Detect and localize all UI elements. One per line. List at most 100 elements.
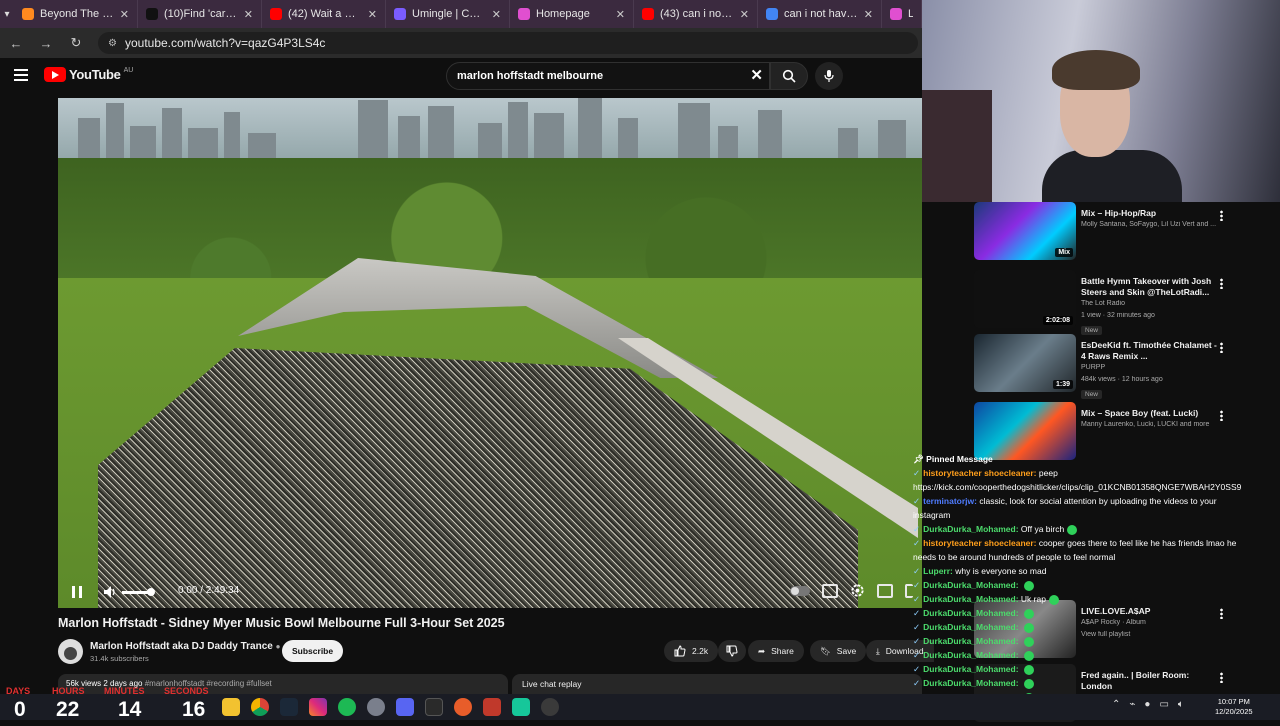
- channel-name[interactable]: Marlon Hoffstadt aka DJ Daddy Trance ●: [90, 641, 280, 652]
- chat-username[interactable]: DurkaDurka_Mohamed:: [923, 636, 1018, 646]
- more-options-icon[interactable]: [1220, 210, 1223, 221]
- chat-username[interactable]: DurkaDurka_Mohamed:: [923, 650, 1018, 660]
- system-clock[interactable]: 10:07 PM 12/20/2025: [1215, 697, 1253, 717]
- close-tab-icon[interactable]: ✕: [864, 8, 873, 21]
- recommended-video[interactable]: 1:39 EsDeeKid ft. Timothée Chalamet - 4 R…: [974, 334, 1274, 399]
- webcam-bottle: [922, 90, 992, 202]
- forward-arrow-icon[interactable]: →: [38, 36, 54, 51]
- browser-tab[interactable]: can i not have a car p ✕: [758, 0, 882, 28]
- browser-tab[interactable]: (43) can i not have a ✕: [634, 0, 758, 28]
- recommended-channel[interactable]: Molly Santana, SoFaygo, Lil Uzi Vert and…: [1081, 221, 1221, 228]
- more-options-icon[interactable]: [1220, 342, 1223, 353]
- browser-tab[interactable]: (42) Wait a Minute! - ✕: [262, 0, 386, 28]
- recommended-channel[interactable]: Manny Laurenko, Lucki, LUCKI and more: [1081, 421, 1221, 428]
- spotify-icon[interactable]: [338, 698, 356, 716]
- like-button[interactable]: 2.2k: [664, 640, 719, 662]
- instagram-icon[interactable]: [309, 698, 327, 716]
- chat-username[interactable]: Luperr:: [923, 566, 953, 576]
- voice-search-button[interactable]: [815, 62, 843, 90]
- chat-text: https://kick.com/cooperthedogshitlicker/…: [913, 482, 1242, 492]
- live-chat-replay-header[interactable]: Live chat replay: [512, 674, 922, 694]
- media-player-icon[interactable]: [454, 698, 472, 716]
- steam-icon[interactable]: [280, 698, 298, 716]
- autoplay-toggle[interactable]: [790, 585, 810, 596]
- chrome-icon[interactable]: [251, 698, 269, 716]
- close-tab-icon[interactable]: ✕: [616, 8, 625, 21]
- reload-icon[interactable]: ↻: [68, 35, 84, 51]
- chat-username[interactable]: historyteacher shoecleaner:: [923, 538, 1036, 548]
- subtitles-icon[interactable]: [822, 583, 838, 598]
- subscribe-button[interactable]: Subscribe: [282, 640, 344, 662]
- back-arrow-icon[interactable]: ←: [8, 36, 24, 51]
- pause-icon[interactable]: [72, 586, 82, 598]
- browser-tab[interactable]: (10)Find 'car pass btw ✕: [138, 0, 262, 28]
- chat-username[interactable]: DurkaDurka_Mohamed:: [923, 608, 1018, 618]
- recommended-video[interactable]: Mix Mix – Hip-Hop/Rap Molly Santana, SoFay…: [974, 202, 1274, 264]
- chat-username[interactable]: DurkaDurka_Mohamed:: [923, 580, 1018, 590]
- video-thumbnail[interactable]: 1:39: [974, 334, 1076, 392]
- volume-slider[interactable]: [122, 591, 150, 594]
- volume-slider-knob[interactable]: [147, 588, 155, 596]
- save-button[interactable]: 🔖︎ Save: [810, 640, 867, 662]
- video-player[interactable]: [58, 98, 922, 608]
- chat-username[interactable]: terminatorjw:: [923, 496, 977, 506]
- close-tab-icon[interactable]: ✕: [492, 8, 501, 21]
- recommended-title[interactable]: Battle Hymn Takeover with Josh Steers an…: [1081, 276, 1221, 298]
- emote-icon: [1067, 524, 1078, 535]
- youtube-logo[interactable]: YouTube AU: [44, 67, 133, 82]
- address-bar[interactable]: ⚙ youtube.com/watch?v=qazG4P3LS4c: [98, 32, 918, 54]
- display-icon[interactable]: ▭: [1159, 699, 1168, 710]
- hamburger-menu-icon[interactable]: [14, 69, 28, 81]
- obs-icon[interactable]: [541, 698, 559, 716]
- site-info-icon[interactable]: ⚙: [108, 38, 117, 49]
- chat-username[interactable]: DurkaDurka_Mohamed:: [923, 678, 1018, 688]
- file-explorer-icon[interactable]: [222, 698, 240, 716]
- speaker-icon[interactable]: 🔈︎: [1178, 699, 1184, 710]
- close-tab-icon[interactable]: ✕: [368, 8, 377, 21]
- miniplayer-icon[interactable]: [877, 583, 893, 598]
- close-tab-icon[interactable]: ✕: [120, 8, 129, 21]
- recommended-title[interactable]: EsDeeKid ft. Timothée Chalamet - 4 Raws …: [1081, 340, 1221, 362]
- recommended-video[interactable]: 2:02:08 Battle Hymn Takeover with Josh St…: [974, 270, 1274, 335]
- search-input[interactable]: marlon hoffstadt melbourne ✕: [446, 62, 770, 90]
- browser-tab[interactable]: Beyond The Valley 20 ✕: [14, 0, 138, 28]
- video-thumbnail[interactable]: 2:02:08: [974, 270, 1076, 328]
- chat-username[interactable]: DurkaDurka_Mohamed:: [923, 594, 1018, 604]
- channel-avatar[interactable]: [58, 639, 83, 664]
- search-button[interactable]: [770, 62, 808, 90]
- browser-tab[interactable]: Li: [882, 0, 922, 28]
- share-button[interactable]: ➦ Share: [748, 640, 804, 662]
- discord-icon[interactable]: [396, 698, 414, 716]
- settings-icon[interactable]: [367, 698, 385, 716]
- pinned-message-header: 📌︎ Pinned Message: [913, 454, 993, 464]
- close-tab-icon[interactable]: ✕: [740, 8, 749, 21]
- app-icon[interactable]: [512, 698, 530, 716]
- news-icon[interactable]: [483, 698, 501, 716]
- recommended-channel[interactable]: PURPP: [1081, 364, 1221, 371]
- close-tab-icon[interactable]: ✕: [244, 8, 253, 21]
- network-icon[interactable]: ⌁: [1129, 699, 1135, 710]
- more-options-icon[interactable]: [1220, 278, 1223, 289]
- recommended-channel[interactable]: The Lot Radio: [1081, 300, 1221, 307]
- chat-text: needs to be around hundreds of people to…: [913, 552, 1116, 562]
- microphone-tray-icon[interactable]: ●: [1144, 699, 1150, 710]
- browser-tab[interactable]: Homepage ✕: [510, 0, 634, 28]
- tab-list-chevron-icon[interactable]: ▾: [0, 0, 14, 28]
- settings-gear-icon[interactable]: [850, 583, 865, 598]
- chat-username[interactable]: DurkaDurka_Mohamed:: [923, 664, 1018, 674]
- recommended-title[interactable]: Mix – Hip-Hop/Rap: [1081, 208, 1221, 219]
- volume-icon[interactable]: [102, 584, 118, 600]
- verified-check-icon: ✓: [913, 538, 921, 548]
- terminal-icon[interactable]: [425, 698, 443, 716]
- tray-overflow-chevron-icon[interactable]: ⌃: [1112, 699, 1120, 710]
- chat-username[interactable]: DurkaDurka_Mohamed:: [923, 524, 1018, 534]
- more-options-icon[interactable]: [1220, 410, 1223, 421]
- browser-tab[interactable]: Umingle | Chat with S ✕: [386, 0, 510, 28]
- chat-username[interactable]: DurkaDurka_Mohamed:: [923, 622, 1018, 632]
- chat-username[interactable]: historyteacher shoecleaner:: [923, 468, 1036, 478]
- video-thumbnail[interactable]: Mix: [974, 202, 1076, 260]
- recommended-title[interactable]: Mix – Space Boy (feat. Lucki): [1081, 408, 1221, 419]
- clear-search-icon[interactable]: ✕: [750, 66, 763, 84]
- theater-mode-icon[interactable]: [905, 583, 913, 598]
- dislike-button[interactable]: [718, 640, 746, 662]
